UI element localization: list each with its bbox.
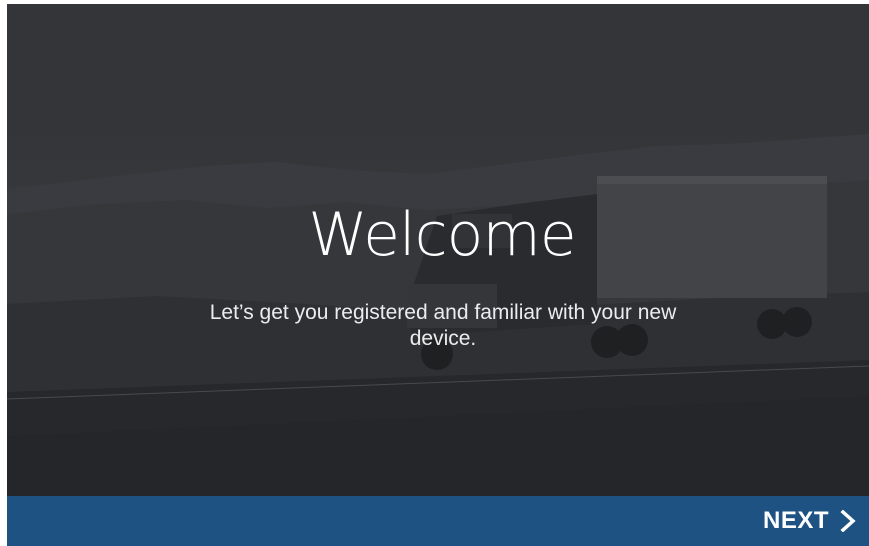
welcome-subtitle: Let’s get you registered and familiar wi…	[209, 301, 677, 350]
background-image: Welcome Let’s get you registered and fam…	[7, 4, 869, 496]
footer-bar: NEXT	[7, 496, 869, 546]
welcome-title: Welcome	[308, 200, 576, 270]
welcome-screen: Welcome Let’s get you registered and fam…	[7, 4, 869, 546]
chevron-right-icon	[839, 509, 857, 533]
next-label: NEXT	[762, 507, 829, 534]
next-button[interactable]: NEXT	[763, 496, 857, 546]
